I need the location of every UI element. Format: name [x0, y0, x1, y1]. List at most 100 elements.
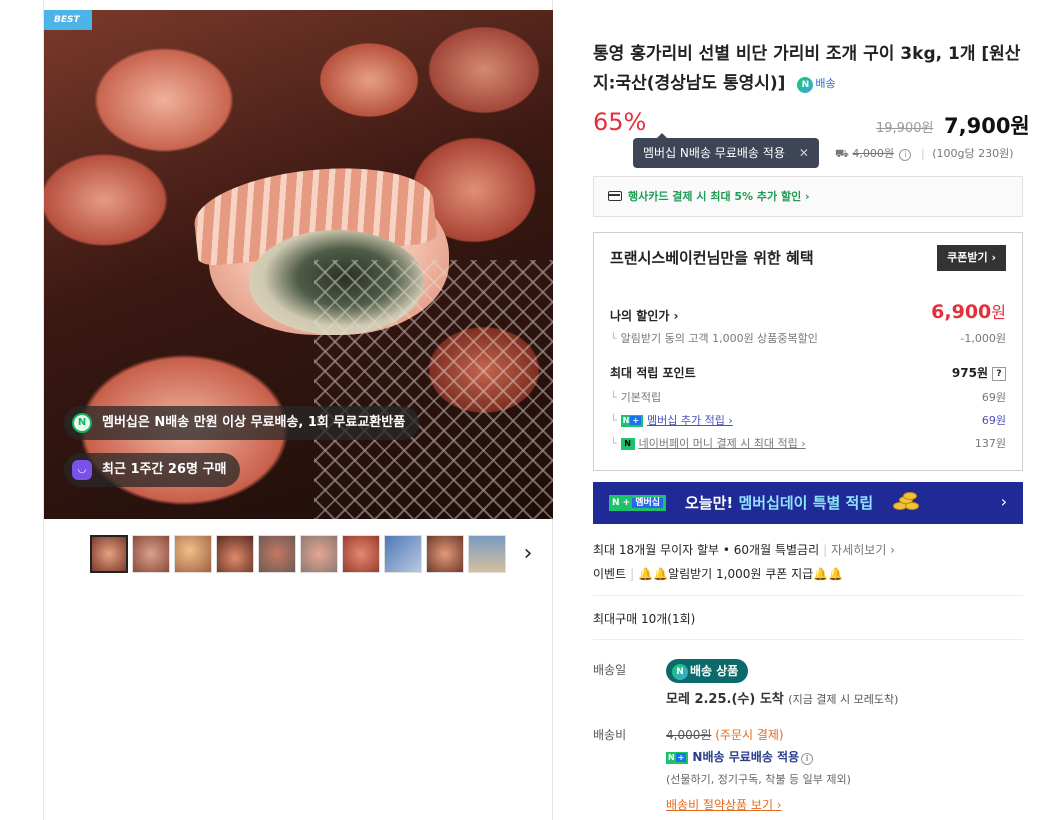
points-value: 975원 — [951, 366, 988, 380]
badge-member: 멤버십 — [632, 498, 664, 508]
delivery-exclusions: (선물하기, 정기구독, 착불 등 일부 제외) — [666, 773, 851, 786]
card-promo-text: 행사카드 결제 시 최대 5% 추가 할인 › — [628, 190, 810, 203]
npay-icon: N — [620, 438, 635, 450]
shipping-saving-link[interactable]: 배송비 절약상품 보기 › — [666, 796, 782, 813]
thumbnail-7[interactable] — [342, 535, 380, 573]
shipping-fee-row: ⛟ 4,000원 i | (100g당 230원) — [835, 145, 1013, 162]
n-delivery-badge-label: 배송 상품 — [690, 664, 739, 678]
info-icon[interactable]: i — [899, 149, 912, 161]
section-divider — [593, 595, 1023, 596]
thumbnail-5[interactable] — [258, 535, 296, 573]
basic-points-label: 기본적립 — [620, 391, 662, 404]
delivery-fee-strike: 4,000원 — [666, 728, 712, 742]
info-icon[interactable]: i — [801, 753, 814, 765]
divider: | — [920, 147, 925, 160]
unit-price: (100g당 230원) — [932, 147, 1014, 160]
thumbnail-4[interactable] — [216, 535, 254, 573]
tree-connector: └ — [610, 414, 617, 427]
shopping-bag-icon: ◡ — [72, 460, 92, 480]
points-label: 최대 적립 포인트 — [610, 366, 696, 380]
points-row: 최대 적립 포인트 975원? — [610, 364, 1006, 381]
membership-day-banner[interactable]: N + 멤버십 오늘만! 멤버십데이 특별 적립 › — [593, 482, 1023, 524]
thumbnail-3[interactable] — [174, 535, 212, 573]
delivery-fee-row: 4,000원 (주문시 결제) — [666, 726, 784, 743]
alarm-discount-value: -1,000원 — [960, 332, 1006, 345]
n-delivery-icon: N — [672, 663, 688, 680]
points-value-wrap: 975원? — [952, 364, 1006, 381]
max-purchase: 최대구매 10개(1회) — [593, 612, 696, 626]
main-product-image[interactable] — [44, 10, 553, 519]
card-promo[interactable]: 행사카드 결제 시 최대 5% 추가 할인 › — [593, 176, 1023, 217]
membership-pill: N 멤버십은 N배송 만원 이상 무료배송, 1회 무료교환반품 — [64, 406, 420, 440]
alarm-discount-label: 알림받기 동의 고객 1,000원 상품중복할인 — [620, 332, 818, 345]
coupon-button[interactable]: 쿠폰받기 › — [937, 245, 1006, 271]
n-plus-icon: N + — [620, 415, 644, 427]
arrival-note: (지금 결제 시 모레도착) — [788, 693, 899, 706]
banner-text-today: 오늘만! — [685, 494, 734, 512]
section-divider — [593, 639, 1023, 640]
product-gallery: BEST N 멤버십은 N배송 만원 이상 무료배송, 1회 무료교환반품 ◡ … — [43, 0, 553, 820]
npay-points-row: └ N 네이버페이 머니 결제 시 최대 적립 › 137원 — [610, 435, 1006, 451]
installment-detail-link[interactable]: 자세히보기 › — [831, 543, 895, 557]
truck-icon: ⛟ — [835, 147, 849, 160]
divider: | — [823, 543, 828, 557]
free-delivery-row: N + N배송 무료배송 적용 i — [666, 748, 815, 765]
installment-row: 최대 18개월 무이자 할부 • 60개월 특별금리 | 자세히보기 › — [593, 541, 895, 558]
n-delivery-badge[interactable]: N 배송 — [797, 69, 836, 98]
free-delivery-label: N배송 무료배송 적용 — [692, 750, 800, 764]
recent-purchase-pill: ◡ 최근 1주간 26명 구매 — [64, 453, 241, 487]
n-plus-icon: N + — [666, 751, 689, 764]
npay-points-link[interactable]: 네이버페이 머니 결제 시 최대 적립 › — [639, 437, 806, 450]
thumbnail-8[interactable] — [384, 535, 422, 573]
membership-tooltip: 멤버십 N배송 무료배송 적용 ✕ — [633, 133, 819, 168]
member-points-value: 69원 — [981, 414, 1006, 427]
arrival-info: 모레 2.25.(수) 도착 (지금 결제 시 모레도착) — [666, 688, 898, 707]
recent-purchase-text: 최근 1주간 26명 구매 — [102, 462, 227, 477]
delivery-fee-label: 배송비 — [593, 728, 627, 742]
thumbnail-9[interactable] — [426, 535, 464, 573]
npay-points-value: 137원 — [974, 437, 1006, 450]
credit-card-icon — [608, 191, 622, 201]
benefit-title: 프랜시스베이컨님만을 위한 혜택 — [610, 249, 814, 267]
product-title: 통영 홍가리비 선별 비단 가리비 조개 구이 3kg, 1개 [원산지:국산(… — [593, 40, 1023, 99]
thumbnail-1[interactable] — [90, 535, 128, 573]
tree-connector: └ — [610, 332, 617, 345]
tree-connector: └ — [610, 437, 617, 450]
n-plus-membership-badge: N + 멤버십 — [609, 495, 667, 511]
installment-text: 최대 18개월 무이자 할부 • 60개월 특별금리 — [593, 543, 820, 557]
banner-text-highlight: 멤버십데이 특별 적립 — [738, 494, 874, 512]
delivery-fee-note: (주문시 결제) — [715, 728, 784, 742]
n-delivery-badge-text: 배송 — [815, 77, 836, 90]
member-points-row: └ N + 멤버십 추가 적립 › 69원 — [610, 412, 1006, 428]
discount-rate: 65% — [593, 108, 647, 136]
n-delivery-icon: N — [797, 77, 814, 93]
badge-n: N + — [612, 498, 631, 508]
banner-arrow-icon: › — [1000, 492, 1007, 511]
best-badge: BEST — [44, 10, 92, 30]
my-price-value: 6,900원 — [931, 299, 1006, 323]
basic-points-value: 69원 — [981, 391, 1006, 404]
my-price-number: 6,900 — [931, 301, 992, 323]
tooltip-text: 멤버십 N배송 무료배송 적용 — [643, 146, 785, 160]
thumbnail-6[interactable] — [300, 535, 338, 573]
member-points-link[interactable]: 멤버십 추가 적립 › — [647, 414, 733, 427]
delivery-date-label: 배송일 — [593, 663, 627, 677]
n-delivery-product-badge: N 배송 상품 — [666, 659, 749, 683]
divider: | — [630, 567, 635, 581]
event-row: 이벤트 | 🔔🔔알림받기 1,000원 쿠폰 지급🔔🔔 — [593, 565, 843, 582]
thumbnail-10[interactable] — [468, 535, 506, 573]
thumbnail-next-arrow[interactable]: › — [518, 541, 538, 566]
basic-points-row: └ 기본적립 69원 — [610, 389, 1006, 405]
points-help-icon[interactable]: ? — [992, 366, 1006, 381]
arrival-date: 모레 2.25.(수) 도착 — [666, 692, 784, 707]
n-membership-icon: N — [72, 413, 92, 433]
tooltip-close-icon[interactable]: ✕ — [799, 138, 809, 168]
sale-price: 7,900원 — [944, 114, 1030, 138]
membership-pill-text: 멤버십은 N배송 만원 이상 무료배송, 1회 무료교환반품 — [102, 415, 406, 430]
benefit-box: 프랜시스베이컨님만을 위한 혜택 쿠폰받기 › 나의 할인가 › 6,900원 … — [593, 232, 1023, 471]
banner-text: 오늘만! 멤버십데이 특별 적립 — [685, 492, 873, 513]
event-label: 이벤트 — [593, 567, 627, 581]
alarm-discount-row: └ 알림받기 동의 고객 1,000원 상품중복할인 -1,000원 — [610, 330, 1006, 346]
thumbnail-2[interactable] — [132, 535, 170, 573]
tree-connector: └ — [610, 391, 617, 404]
